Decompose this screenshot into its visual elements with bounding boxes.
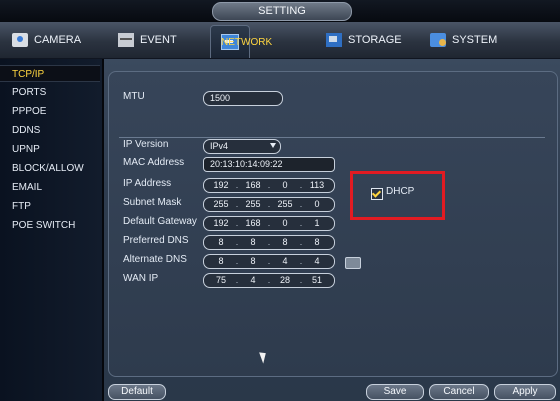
ip-octet: 8 [282,237,288,247]
sidebar-item-ftp[interactable]: FTP [0,198,100,215]
ip-octet: 28 [279,275,290,285]
default-gateway-field[interactable]: 192. 168. 0. 1 [203,216,335,231]
ip-octet: 255 [213,199,229,209]
wan-ip-label: WAN IP [123,273,159,284]
ip-octet: 192 [213,180,229,190]
default-gateway-label: Default Gateway [123,216,197,227]
section-divider [119,137,545,138]
dns-swap-button[interactable] [345,257,361,269]
apply-button[interactable]: Apply [494,384,556,400]
tab-storage-label: STORAGE [348,34,402,46]
ip-octet: 168 [245,180,261,190]
mtu-field[interactable]: 1500 [203,91,283,106]
tab-event-label: EVENT [140,34,177,46]
ip-octet: 0 [282,218,288,228]
tab-network[interactable]: NETWORK [210,25,272,58]
ip-octet: 8 [250,237,256,247]
save-button[interactable]: Save [366,384,424,400]
main-tab-bar: CAMERA EVENT NETWORK STORAGE SYSTEM [0,22,560,59]
tab-camera-label: CAMERA [34,34,82,46]
window-title: SETTING [212,2,352,21]
alternate-dns-label: Alternate DNS [123,254,187,265]
network-settings-content: MTU 1500 IP Version IPv4 MAC Address 20:… [104,59,560,401]
ip-octet: 4 [314,256,320,266]
ip-octet: 192 [213,218,229,228]
title-bar: SETTING [0,0,560,22]
dhcp-label: DHCP [386,186,415,197]
sidebar-item-upnp[interactable]: UPNP [0,141,100,158]
tab-camera[interactable]: CAMERA [12,26,81,54]
camera-icon [12,33,28,47]
tab-event[interactable]: EVENT [118,26,177,54]
ip-octet: 8 [250,256,256,266]
ip-address-field[interactable]: 192. 168. 0. 113 [203,178,335,193]
mac-address-label: MAC Address [123,157,185,168]
default-button[interactable]: Default [108,384,166,400]
sidebar-item-pppoe[interactable]: PPPOE [0,103,100,120]
ip-octet: 0 [314,199,320,209]
dhcp-highlight-box: DHCP [350,171,445,220]
mtu-label: MTU [123,91,145,102]
system-icon [430,33,446,47]
ip-octet: 0 [282,180,288,190]
ip-octet: 75 [215,275,226,285]
tab-storage[interactable]: STORAGE [326,26,402,54]
tab-network-label: NETWORK [221,36,273,48]
cancel-button[interactable]: Cancel [429,384,489,400]
ip-octet: 51 [311,275,322,285]
subnet-mask-label: Subnet Mask [123,197,182,208]
sidebar-item-email[interactable]: EMAIL [0,179,100,196]
ip-address-label: IP Address [123,178,172,189]
sidebar-item-ddns[interactable]: DDNS [0,122,100,139]
ip-octet: 8 [218,237,224,247]
chevron-down-icon [270,143,276,148]
tcpip-panel: MTU 1500 IP Version IPv4 MAC Address 20:… [108,71,558,377]
sidebar-item-ports[interactable]: PORTS [0,84,100,101]
preferred-dns-label: Preferred DNS [123,235,189,246]
ip-octet: 4 [250,275,256,285]
ip-octet: 8 [218,256,224,266]
tab-system-label: SYSTEM [452,34,498,46]
wan-ip-field: 75. 4. 28. 51 [203,273,335,288]
ip-version-select[interactable]: IPv4 [203,139,281,154]
dhcp-checkbox[interactable] [371,188,383,200]
ip-octet: 8 [314,237,320,247]
ip-octet: 1 [314,218,320,228]
mac-address-field: 20:13:10:14:09:22 [203,157,335,172]
sidebar-item-poe-switch[interactable]: POE SWITCH [0,217,100,234]
sidebar-item-tcpip[interactable]: TCP/IP [0,65,100,82]
alternate-dns-field[interactable]: 8. 8. 4. 4 [203,254,335,269]
storage-icon [326,33,342,47]
subnet-mask-field[interactable]: 255. 255. 255. 0 [203,197,335,212]
tab-system[interactable]: SYSTEM [430,26,497,54]
preferred-dns-field[interactable]: 8. 8. 8. 8 [203,235,335,250]
ip-version-label: IP Version [123,139,169,150]
ip-octet: 255 [245,199,261,209]
ip-octet: 113 [309,180,325,190]
ip-version-value: IPv4 [210,141,229,151]
ip-octet: 4 [282,256,288,266]
ip-octet: 255 [277,199,293,209]
sidebar: TCP/IP PORTS PPPOE DDNS UPNP BLOCK/ALLOW… [0,59,102,401]
sidebar-item-block-allow[interactable]: BLOCK/ALLOW [0,160,100,177]
event-icon [118,33,134,47]
ip-octet: 168 [245,218,261,228]
